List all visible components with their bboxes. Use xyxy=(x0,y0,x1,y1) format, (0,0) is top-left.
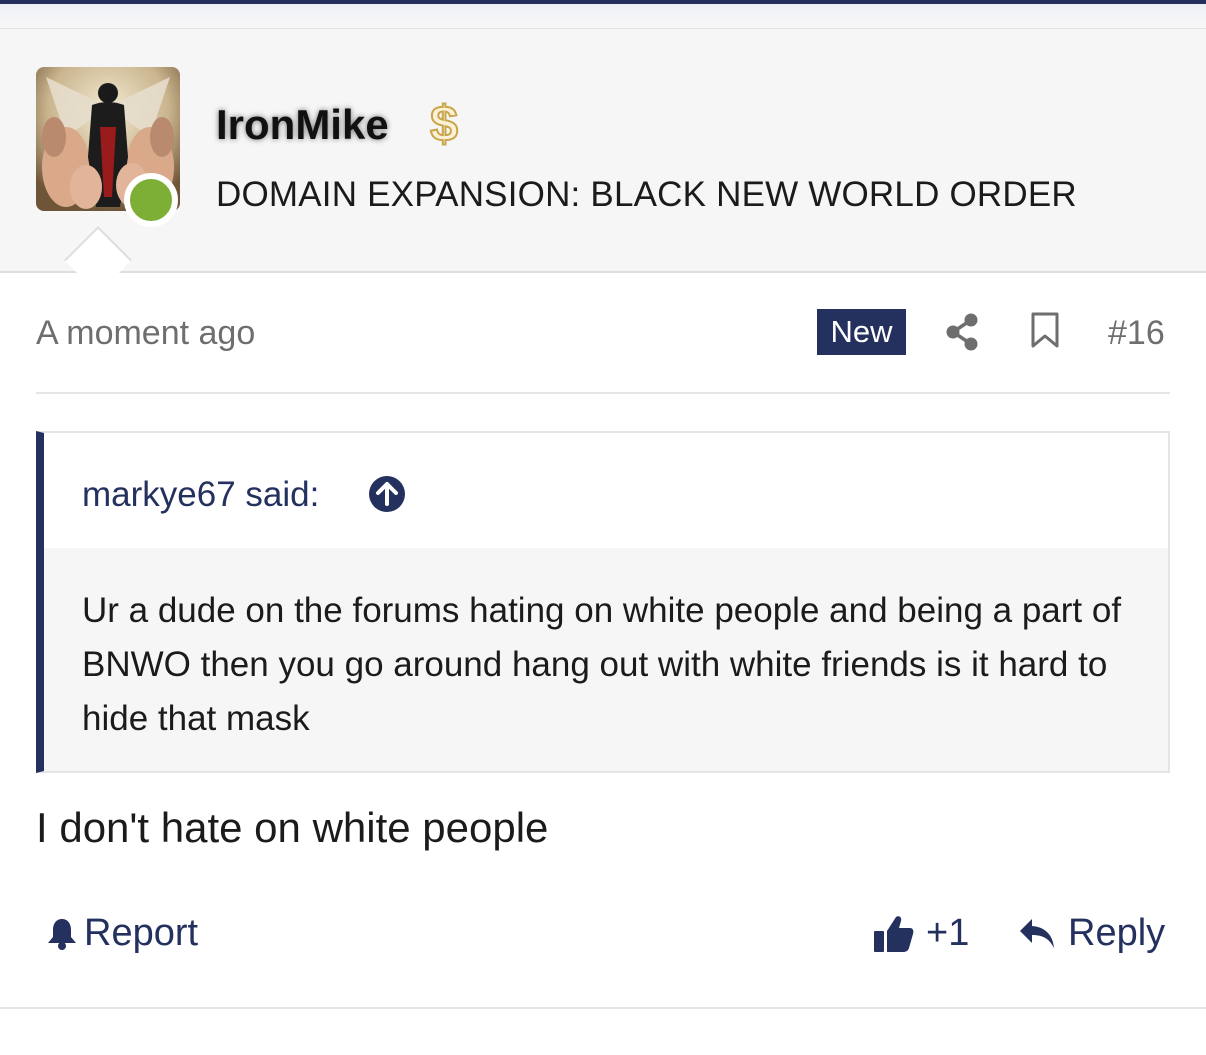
quote-author[interactable]: markye67 said: xyxy=(82,475,319,515)
user-title: DOMAIN EXPANSION: BLACK NEW WORLD ORDER xyxy=(216,175,1077,214)
new-badge: New xyxy=(817,309,906,355)
post-number-link[interactable]: #16 xyxy=(1108,314,1165,353)
arrow-up-circle-icon[interactable] xyxy=(368,475,406,513)
reply-arrow-icon xyxy=(1020,918,1054,948)
quote-text: Ur a dude on the forums hating on white … xyxy=(82,591,1122,738)
divider xyxy=(36,392,1170,394)
share-icon[interactable] xyxy=(945,312,981,352)
report-button[interactable]: Report xyxy=(46,912,198,955)
quote-block: markye67 said: Ur a dude on the forums h… xyxy=(36,431,1170,773)
thumbs-up-icon xyxy=(874,915,914,952)
svg-text:$: $ xyxy=(430,96,458,151)
post-user-header: IronMike $ DOMAIN EXPANSION: BLACK NEW W… xyxy=(0,28,1206,273)
quote-body: Ur a dude on the forums hating on white … xyxy=(44,548,1168,771)
like-count: +1 xyxy=(926,912,970,954)
report-label: Report xyxy=(84,912,199,954)
like-button[interactable]: +1 xyxy=(872,912,969,955)
dollar-sign-icon: $ xyxy=(429,95,459,151)
username[interactable]: IronMike xyxy=(216,101,389,149)
reply-label: Reply xyxy=(1068,912,1166,954)
bookmark-icon[interactable] xyxy=(1030,311,1060,349)
reply-button[interactable]: Reply xyxy=(1018,912,1165,955)
top-shadow xyxy=(0,4,1206,28)
quote-header: markye67 said: xyxy=(44,433,1168,548)
post-message: I don't hate on white people xyxy=(36,804,549,851)
post-timestamp[interactable]: A moment ago xyxy=(36,314,255,353)
bottom-divider xyxy=(0,1007,1206,1009)
bell-icon xyxy=(48,918,76,950)
online-status-indicator xyxy=(124,173,178,227)
